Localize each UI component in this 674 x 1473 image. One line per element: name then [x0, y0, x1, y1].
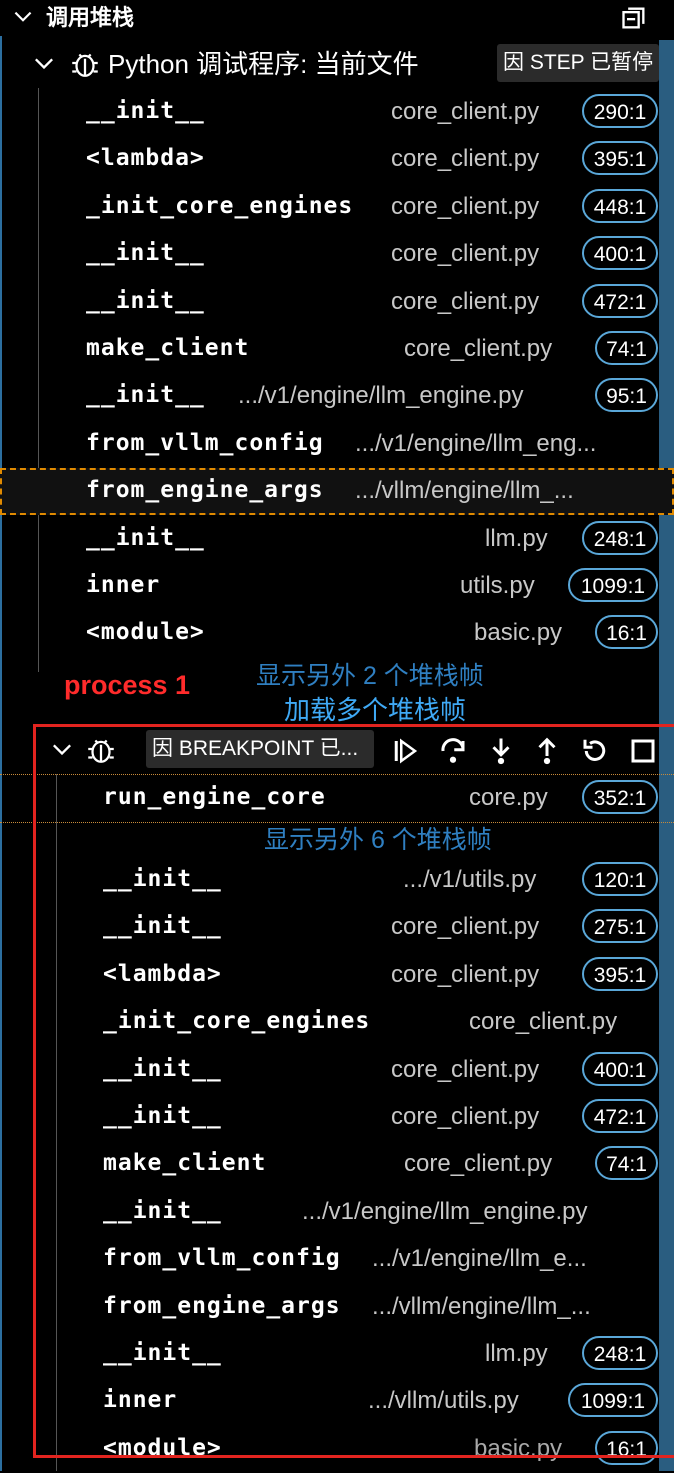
- frame-function: __init__: [86, 240, 205, 267]
- frame-line-badge: 400:1: [582, 236, 658, 271]
- call-stack-header[interactable]: 调用堆栈: [0, 0, 674, 36]
- frame-line-badge: 16:1: [595, 615, 658, 650]
- stack-frame-row[interactable]: __init__ .../v1/engine/llm_engine.py 95:1: [0, 373, 674, 420]
- collapse-all-icon[interactable]: [620, 4, 648, 32]
- chevron-down-icon[interactable]: [30, 50, 58, 78]
- frame-line-badge: 395:1: [582, 141, 658, 176]
- frame-file: core_client.py: [391, 98, 540, 125]
- frame-function: __init__: [86, 287, 205, 314]
- stack-frame-row[interactable]: make_client core_client.py 74:1: [0, 326, 674, 373]
- frame-function: make_client: [86, 335, 250, 361]
- load-more-frames-link[interactable]: 加载多个堆栈帧: [284, 694, 466, 726]
- frame-file: core_client.py: [391, 145, 540, 173]
- frame-line-badge: 472:1: [582, 283, 658, 318]
- frame-file: llm.py: [485, 524, 548, 552]
- frame-function: __init__: [86, 98, 205, 124]
- frame-line-badge: 95:1: [595, 378, 658, 413]
- frame-file: core_client.py: [391, 240, 540, 268]
- session-python-current-file[interactable]: Python 调试程序: 当前文件 因 STEP 已暂停: [0, 42, 674, 86]
- process-annotation-box: [33, 724, 674, 1458]
- frame-function: from_engine_args: [86, 477, 324, 504]
- stack-frame-row[interactable]: __init__ core_client.py 472:1: [0, 279, 674, 326]
- stack-frame-row[interactable]: __init__ llm.py 248:1: [0, 516, 674, 563]
- frame-function: from_vllm_config: [86, 429, 324, 456]
- frame-file: .../v1/engine/llm_eng...: [355, 429, 597, 457]
- frame-file: core_client.py: [404, 335, 553, 362]
- chevron-down-icon[interactable]: [10, 4, 36, 30]
- frame-function: __init__: [86, 382, 205, 409]
- frame-function: <lambda>: [86, 145, 205, 172]
- stack-frame-row[interactable]: <module> basic.py 16:1: [0, 610, 674, 657]
- show-more-frames-link[interactable]: 显示另外 2 个堆栈帧: [256, 660, 484, 692]
- session-name: Python 调试程序: 当前文件: [108, 49, 419, 79]
- frame-function: inner: [86, 572, 161, 598]
- stack-frame-row[interactable]: inner utils.py 1099:1: [0, 563, 674, 610]
- bug-icon: [72, 53, 98, 77]
- frame-line-badge: 290:1: [582, 94, 658, 128]
- frame-file: utils.py: [460, 572, 535, 599]
- stack-frame-row[interactable]: _init_core_engines core_client.py 448:1: [0, 184, 674, 231]
- frame-file: core_client.py: [391, 192, 540, 220]
- process-annotation: process 1: [64, 670, 191, 700]
- stack-frame-row[interactable]: __init__ core_client.py 290:1: [0, 89, 674, 136]
- stack-frame-row[interactable]: from_engine_args .../vllm/engine/llm_...: [0, 468, 674, 516]
- frame-line-badge: 1099:1: [568, 568, 658, 602]
- panel-title: 调用堆栈: [46, 5, 135, 30]
- stack-frame-row[interactable]: <lambda> core_client.py 395:1: [0, 136, 674, 183]
- frame-file: core_client.py: [391, 287, 540, 315]
- frame-function: <module>: [86, 619, 205, 646]
- frame-function: __init__: [86, 524, 205, 551]
- frame-file: .../v1/engine/llm_engine.py: [238, 382, 524, 410]
- stack-frame-row[interactable]: __init__ core_client.py 400:1: [0, 231, 674, 278]
- frame-function: _init_core_engines: [86, 192, 354, 219]
- frame-file: basic.py: [474, 619, 563, 647]
- frame-line-badge: 74:1: [595, 331, 658, 365]
- frame-line-badge: 248:1: [582, 520, 658, 555]
- paused-status-badge: 因 STEP 已暂停: [497, 44, 660, 82]
- frame-line-badge: 448:1: [582, 188, 658, 223]
- frame-file: .../vllm/engine/llm_...: [355, 477, 574, 505]
- stack-frame-row[interactable]: from_vllm_config .../v1/engine/llm_eng...: [0, 421, 674, 468]
